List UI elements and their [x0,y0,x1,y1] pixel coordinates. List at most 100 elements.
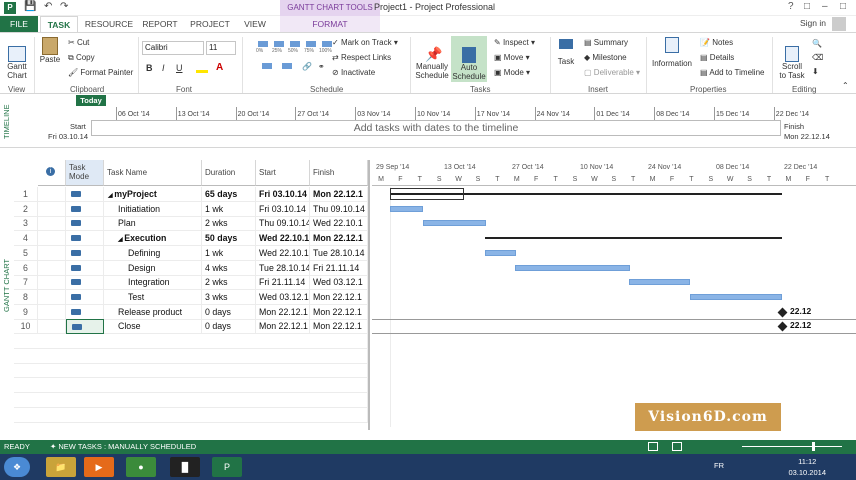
find-icon[interactable]: 🔍 [812,39,822,48]
finish-cell[interactable]: Wed 22.10.1 [310,216,368,232]
unlink-icon[interactable]: ⚭ [318,62,325,71]
tab-task[interactable]: TASK [40,16,78,32]
paste-button[interactable]: Paste [38,37,62,64]
tab-report[interactable]: REPORT [140,16,180,32]
minimize-icon[interactable]: – [822,1,828,12]
indicator-cell[interactable] [38,216,66,232]
copy-button[interactable]: ⧉ Copy [68,53,95,63]
duration-cell[interactable]: 0 days [202,304,256,320]
task-bar-design[interactable] [515,264,630,271]
indicator-cell[interactable] [38,245,66,261]
task-bar-initiation[interactable] [390,205,423,212]
start-cell[interactable]: Mon 22.12.1 [256,304,310,320]
row-number[interactable]: 10 [14,319,38,335]
information-button[interactable]: Information [650,37,694,68]
pct-50-icon[interactable] [290,41,300,47]
row-number[interactable]: 1 [14,187,38,202]
start-cell[interactable]: Wed 03.12.14 [256,289,310,305]
task-mode-cell[interactable] [66,275,104,291]
pct-25-icon[interactable] [274,41,284,47]
task-name-cell[interactable]: Defining [104,245,202,261]
indicator-cell[interactable] [38,275,66,291]
font-name-select[interactable]: Calibri [142,41,204,55]
pct-100-icon[interactable] [322,41,332,47]
start-button[interactable]: ❖ [4,457,30,477]
pct-0-icon[interactable] [258,41,268,47]
start-cell[interactable]: Wed 22.10.1 [256,231,310,247]
indicator-cell[interactable] [38,260,66,276]
task-name-cell[interactable]: ◢ myProject [104,187,202,202]
indicator-cell[interactable] [38,231,66,247]
duration-cell[interactable]: 2 wks [202,275,256,291]
mode-button[interactable]: ▣ Mode ▾ [494,68,530,77]
clear-icon[interactable]: ⌫ [812,53,823,62]
add-to-timeline-button[interactable]: ▤ Add to Timeline [700,68,764,77]
finish-cell[interactable]: Mon 22.12.1 [310,319,368,335]
finish-cell[interactable]: Mon 22.12.1 [310,304,368,320]
task-name-cell[interactable]: Close [104,319,202,335]
task-usage-icon[interactable] [672,442,682,451]
tab-format[interactable]: FORMAT [280,16,380,32]
italic-button[interactable]: I [162,63,165,73]
duration-cell[interactable]: 1 wk [202,245,256,261]
summary-button[interactable]: ▤ Summary [584,38,628,47]
tab-file[interactable]: FILE [0,16,38,32]
link-icon[interactable]: 🔗 [302,62,312,71]
indicator-cell[interactable] [38,201,66,217]
mark-on-track-button[interactable]: ✓ Mark on Track ▾ [332,38,398,47]
finish-cell[interactable]: Tue 28.10.14 [310,245,368,261]
task-name-cell[interactable]: Design [104,260,202,276]
start-cell[interactable]: Tue 28.10.14 [256,260,310,276]
start-cell[interactable]: Thu 09.10.14 [256,216,310,232]
new-tasks-mode[interactable]: ✦ NEW TASKS : MANUALLY SCHEDULED [50,440,196,454]
notes-button[interactable]: 📝 Notes [700,38,733,47]
save-icon[interactable]: 💾 [24,1,36,12]
row-number[interactable]: 8 [14,289,38,305]
task-mode-cell[interactable] [66,289,104,305]
chrome-icon[interactable]: ● [126,457,156,477]
task-mode-cell[interactable] [66,201,104,217]
highlight-color-icon[interactable] [196,63,208,73]
font-size-select[interactable]: 11 [206,41,236,55]
task-name-cell[interactable]: Plan [104,216,202,232]
bold-button[interactable]: B [146,63,153,73]
indicator-cell[interactable] [38,187,66,202]
task-name-cell[interactable]: Release product [104,304,202,320]
task-mode-cell[interactable] [66,187,104,202]
respect-links-button[interactable]: ⇄ Respect Links [332,53,391,62]
empty-row[interactable] [14,348,368,364]
duration-cell[interactable]: 4 wks [202,260,256,276]
auto-schedule-button[interactable]: Auto Schedule [451,36,487,82]
summary-bar-execution[interactable] [485,237,782,240]
task-name-cell[interactable]: Initiatiation [104,201,202,217]
duration-cell[interactable]: 2 wks [202,216,256,232]
start-cell[interactable]: Fri 03.10.14 [256,187,310,202]
format-painter-button[interactable]: 🖌 Format Painter [68,68,133,77]
duration-header[interactable]: Duration [202,160,256,186]
undo-icon[interactable]: ↶ [44,1,52,12]
finish-cell[interactable]: Mon 22.12.1 [310,187,368,202]
empty-row[interactable] [14,363,368,379]
start-cell[interactable]: Mon 22.12.1 [256,319,310,335]
row-number[interactable]: 9 [14,304,38,320]
insert-task-button[interactable]: Task [555,37,577,66]
task-bar-plan[interactable] [423,220,486,227]
sign-in-link[interactable]: Sign in [800,18,826,28]
gantt-view-icon[interactable] [648,442,658,451]
row-number[interactable]: 7 [14,275,38,291]
row-number[interactable]: 4 [14,231,38,247]
row-number[interactable]: 3 [14,216,38,232]
start-header[interactable]: Start [256,160,310,186]
info-column-header[interactable]: i [38,160,66,186]
task-name-cell[interactable]: ◢ Execution [104,231,202,247]
terminal-icon[interactable]: █ [170,457,200,477]
media-player-icon[interactable]: ▶ [84,457,114,477]
duration-cell[interactable]: 50 days [202,231,256,247]
finish-header[interactable]: Finish [310,160,368,186]
task-mode-cell[interactable] [66,231,104,247]
cut-button[interactable]: ✂ Cut [68,38,89,47]
deliverable-button[interactable]: ▢ Deliverable ▾ [584,68,640,77]
task-mode-cell[interactable] [66,260,104,276]
selection-outline[interactable] [390,188,464,200]
row-number[interactable]: 6 [14,260,38,276]
